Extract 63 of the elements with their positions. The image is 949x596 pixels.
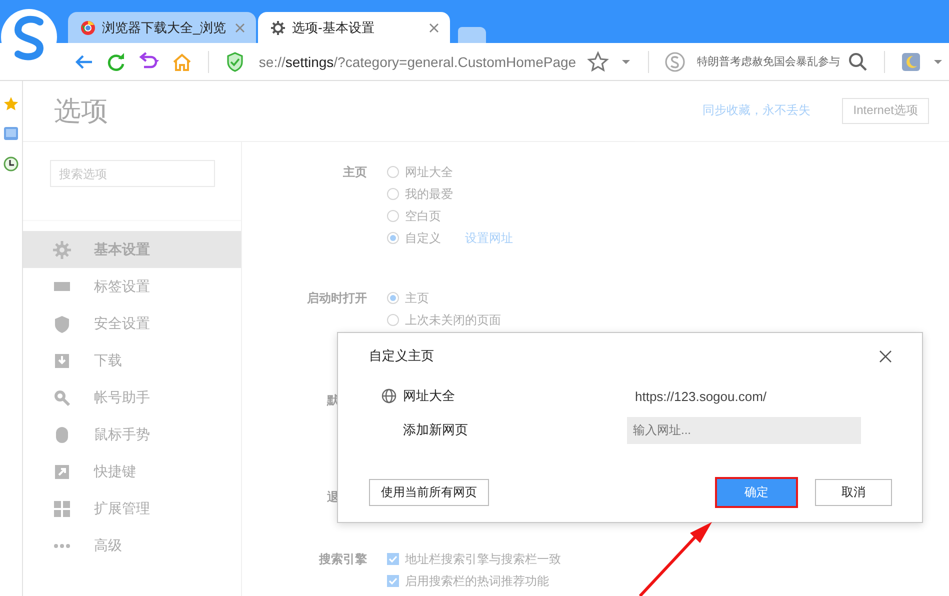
moon-icon[interactable] (900, 50, 922, 72)
search-icon[interactable] (847, 50, 870, 72)
radio-button[interactable] (387, 166, 399, 178)
option-label: 我的最爱 (405, 186, 453, 202)
option-label: 自定义 (405, 230, 441, 246)
search-engine-icon[interactable] (664, 50, 686, 72)
gear-icon (52, 240, 72, 260)
radio-button[interactable] (387, 188, 399, 200)
radio-button[interactable] (387, 292, 399, 304)
option-label: 网址大全 (405, 164, 453, 180)
page-title: 选项 (54, 94, 109, 128)
browser-tab[interactable]: 浏览器下载大全_浏览 (68, 12, 256, 43)
more-icon (53, 542, 71, 548)
nav-item[interactable]: 标签设置 (23, 268, 241, 305)
dialog-button[interactable]: 取消 (815, 479, 892, 506)
star-icon[interactable] (3, 96, 19, 112)
entry-name: 网址大全 (403, 387, 455, 405)
checkbox[interactable] (387, 575, 399, 587)
entry-url: https://123.sogou.com/ (635, 388, 767, 404)
option-label: 启用搜索栏的热词推荐功能 (405, 572, 549, 590)
tablet-icon[interactable] (3, 126, 19, 142)
url-input-field[interactable]: 输入网址... (627, 416, 861, 444)
checkbox[interactable] (387, 553, 399, 565)
radio-button[interactable] (387, 314, 399, 326)
address-field[interactable]: se://settings/?category=general.CustomHomePage (258, 54, 582, 70)
grid-icon (52, 498, 72, 518)
internet-options-button[interactable]: Internet选项 (842, 98, 929, 124)
add-page-label: 添加新网页 (403, 421, 468, 439)
radio-button[interactable] (387, 210, 399, 222)
shield-icon (52, 314, 72, 334)
nav-item[interactable]: 鼠标手势 (23, 416, 241, 453)
section-label: 主页 (342, 164, 368, 181)
nav-item[interactable]: 帐号助手 (23, 379, 241, 416)
globe-icon (381, 388, 397, 404)
search-field[interactable]: 搜索选项 (50, 160, 215, 187)
section-label: 退 (327, 489, 339, 506)
set-url-link[interactable]: 设置网址 (465, 230, 513, 246)
star-icon[interactable] (587, 50, 610, 72)
nav-item[interactable]: 高级 (23, 527, 241, 564)
clock-icon[interactable] (3, 156, 19, 172)
browser-tab[interactable]: 选项-基本设置 (258, 12, 450, 43)
section-label: 搜索引擎 (318, 551, 368, 568)
dialog-title: 自定义主页 (369, 347, 434, 365)
option-label: 地址栏搜索引擎与搜索栏一致 (405, 550, 561, 568)
nav-item[interactable]: 下载 (23, 342, 241, 379)
option-label: 空白页 (405, 208, 441, 224)
gear-icon (270, 20, 286, 36)
search-field[interactable]: 特朗普考虑赦免国会暴乱参与 (697, 54, 842, 69)
nav-item[interactable]: 扩展管理 (23, 490, 241, 527)
section-label: 启动时打开 (306, 290, 368, 307)
reload-icon[interactable] (105, 50, 127, 72)
close-icon[interactable] (879, 350, 892, 362)
radio-button[interactable] (387, 232, 399, 244)
option-label: 主页 (405, 290, 429, 306)
nav-item[interactable]: 快捷键 (23, 453, 241, 490)
close-icon[interactable] (428, 22, 440, 34)
sync-link[interactable]: 同步收藏，永不丢失 (702, 102, 810, 119)
option-label: 上次未关闭的页面 (405, 312, 501, 328)
globe-logo-icon (80, 20, 96, 36)
new-tab-button[interactable] (458, 27, 486, 43)
nav-item[interactable]: 安全设置 (23, 305, 241, 342)
confirm-button[interactable]: 确定 (717, 479, 796, 506)
dialog-button[interactable]: 使用当前所有网页 (369, 479, 489, 506)
